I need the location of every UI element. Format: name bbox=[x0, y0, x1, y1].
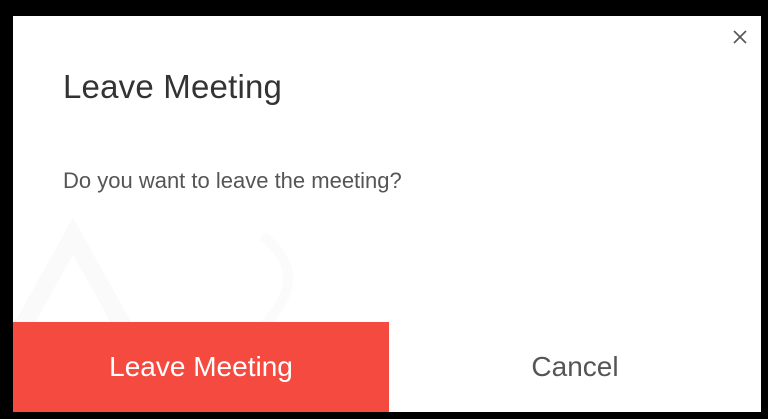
dialog-title: Leave Meeting bbox=[63, 68, 283, 105]
close-icon bbox=[733, 30, 747, 44]
cancel-button[interactable]: Cancel bbox=[389, 322, 761, 412]
background-watermark-graphic bbox=[15, 217, 293, 331]
dialog-footer: Leave Meeting Cancel bbox=[13, 322, 761, 412]
close-button[interactable] bbox=[719, 16, 761, 58]
cancel-button-label: Cancel bbox=[531, 351, 619, 382]
leave-meeting-button[interactable]: Leave Meeting bbox=[13, 322, 389, 412]
leave-meeting-button-label: Leave Meeting bbox=[109, 351, 293, 382]
leave-meeting-dialog: Leave Meeting Do you want to leave the m… bbox=[13, 16, 761, 412]
dialog-message: Do you want to leave the meeting? bbox=[63, 168, 402, 193]
